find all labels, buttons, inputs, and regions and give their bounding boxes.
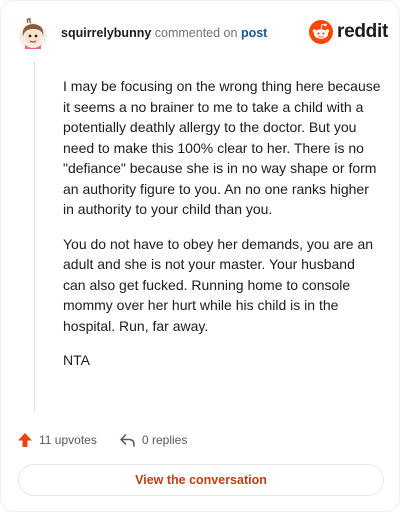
reddit-logo[interactable]: reddit bbox=[309, 20, 388, 46]
thread-line bbox=[34, 61, 35, 413]
comment-body: I may be focusing on the wrong thing her… bbox=[63, 76, 381, 385]
reply-arrow-icon bbox=[120, 434, 135, 447]
comment-header: squirrelybunny commented on post reddit bbox=[17, 17, 388, 51]
view-conversation-button[interactable]: View the conversation bbox=[18, 464, 384, 496]
avatar-icon[interactable] bbox=[17, 17, 49, 51]
comment-paragraph: NTA bbox=[63, 352, 90, 368]
comment-meta: squirrelybunny commented on post bbox=[61, 26, 267, 40]
username-link[interactable]: squirrelybunny bbox=[61, 26, 151, 40]
logo-text: reddit bbox=[337, 21, 388, 42]
comment-paragraph: I may be focusing on the wrong thing her… bbox=[63, 78, 381, 217]
reply-button[interactable]: 0 replies bbox=[119, 430, 187, 450]
view-conversation-label: View the conversation bbox=[135, 473, 267, 487]
upvote-arrow-icon bbox=[18, 433, 32, 447]
reply-count: 0 replies bbox=[142, 433, 188, 447]
post-link[interactable]: post bbox=[241, 26, 267, 40]
reddit-logo-icon bbox=[309, 20, 333, 44]
upvote-count: 11 upvotes bbox=[39, 433, 97, 447]
upvote-button[interactable]: 11 upvotes bbox=[17, 430, 97, 450]
action-text: commented on bbox=[154, 26, 238, 40]
comment-card: squirrelybunny commented on post reddit … bbox=[0, 0, 400, 512]
comment-paragraph: You do not have to obey her demands, you… bbox=[63, 235, 374, 334]
comment-actions: 11 upvotes 0 replies bbox=[17, 430, 383, 450]
